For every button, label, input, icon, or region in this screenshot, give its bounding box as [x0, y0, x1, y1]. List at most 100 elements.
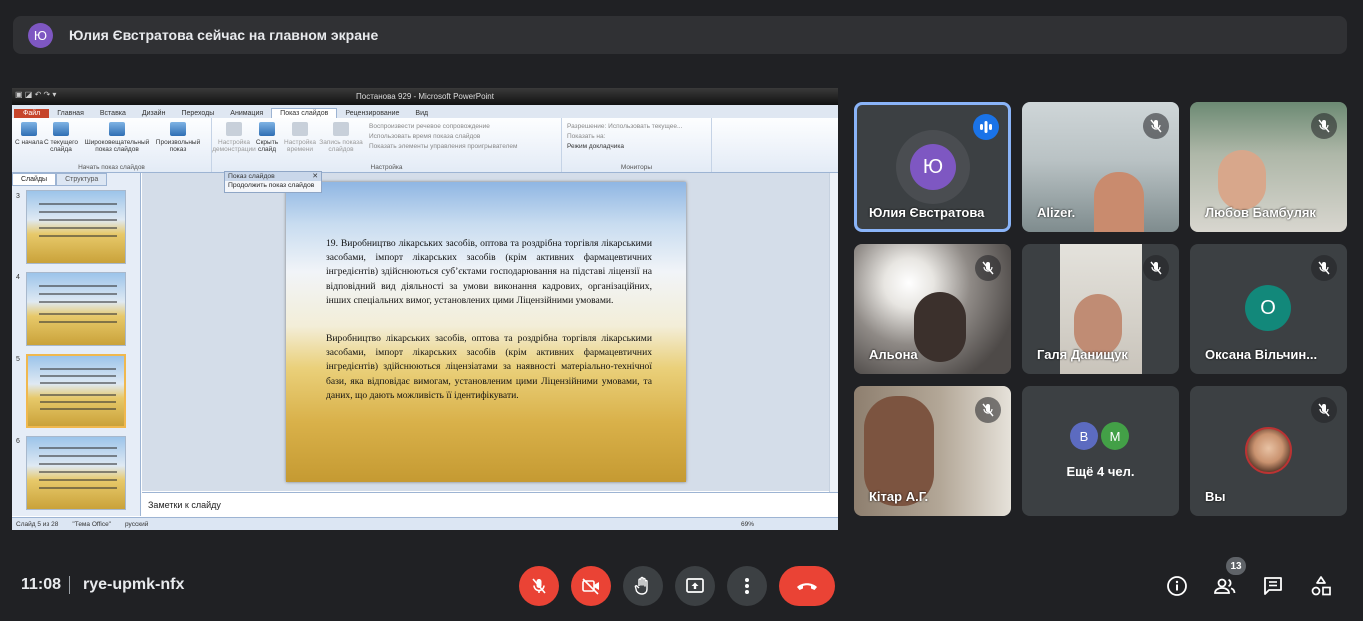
participant-name: Вы: [1205, 489, 1226, 504]
tab-transitions[interactable]: Переходы: [173, 109, 222, 118]
vertical-scrollbar[interactable]: [829, 173, 838, 493]
ribbon-group-setup: Настройка демонстрации Скрыть слайд Наст…: [212, 118, 562, 172]
tab-slides[interactable]: Слайды: [12, 173, 57, 186]
tab-outline[interactable]: Структура: [56, 173, 108, 186]
resolution-select[interactable]: Разрешение: Использовать текущее...: [565, 122, 682, 132]
participant-name: Alizer.: [1037, 205, 1076, 220]
tab-animation[interactable]: Анимация: [222, 109, 271, 118]
slides-pane: Слайды Структура 3 4 5 6: [12, 173, 141, 516]
narration-checkbox[interactable]: Воспроизвести речевое сопровождение: [367, 122, 517, 132]
setup-icon: [226, 122, 242, 136]
slide-thumbnail-3[interactable]: [26, 190, 126, 264]
mic-off-icon: [1143, 113, 1169, 139]
mic-off-icon: [1311, 113, 1337, 139]
participant-name: Галя Данищук: [1037, 347, 1128, 362]
mic-off-icon: [532, 578, 546, 594]
status-language: русский: [125, 520, 149, 528]
call-end-icon: [797, 583, 817, 590]
leave-call-button[interactable]: [779, 566, 835, 606]
slide-thumbnail-5[interactable]: [26, 354, 126, 428]
activities-button[interactable]: [1308, 573, 1334, 599]
tab-review[interactable]: Рецензирование: [337, 109, 407, 118]
self-tile[interactable]: Вы: [1190, 386, 1347, 516]
slideshow-floating-toolbar[interactable]: Показ слайдов ✕ Продолжить показ слайдов: [224, 171, 322, 193]
participant-tile-4[interactable]: Альона: [854, 244, 1011, 374]
chat-icon: [1264, 577, 1282, 595]
ribbon-tabs: Файл Главная Вставка Дизайн Переходы Ани…: [12, 105, 838, 118]
use-timings-checkbox[interactable]: Использовать время показа слайдов: [367, 132, 517, 142]
more-options-button[interactable]: [727, 566, 767, 606]
quick-access-icons: ▣ ◪ ↶ ↷ ▾: [15, 90, 57, 99]
tab-home[interactable]: Главная: [49, 109, 92, 118]
more-participants-tile[interactable]: В М Ещё 4 чел.: [1022, 386, 1179, 516]
slide-canvas: 19. Виробництво лікарських засобів, опто…: [142, 173, 830, 491]
more-vert-icon: [745, 578, 749, 594]
status-theme: "Тема Office": [72, 520, 111, 528]
thumb-number: 6: [16, 438, 20, 445]
participant-name: Кітар А.Г.: [869, 489, 929, 504]
self-avatar: [1245, 427, 1292, 474]
tab-insert[interactable]: Вставка: [92, 109, 134, 118]
media-controls-checkbox[interactable]: Показать элементы управления проигрывате…: [367, 142, 517, 152]
mic-off-icon: [1311, 397, 1337, 423]
ppt-window-title: Постанова 929 - Microsoft PowerPoint: [356, 92, 494, 101]
slideshow-icon: [21, 122, 37, 136]
ribbon-group-start: С начала С текущего слайда Широковещател…: [12, 118, 212, 172]
show-on-select[interactable]: Показать на:: [565, 132, 682, 142]
speaking-indicator-icon: [973, 114, 999, 140]
bottom-bar: 11:08 rye-upmk-nfx 13: [0, 551, 1363, 621]
people-icon: [1214, 578, 1236, 594]
slide-thumbnail-4[interactable]: [26, 272, 126, 346]
mic-off-icon: [975, 255, 1001, 281]
thumb-number: 3: [16, 193, 20, 200]
ribbon: С начала С текущего слайда Широковещател…: [12, 118, 838, 173]
slide-paragraph-2: Виробництво лікарських засобів, оптова т…: [326, 333, 652, 401]
resume-slideshow-item[interactable]: Продолжить показ слайдов: [225, 181, 321, 190]
slide-paragraph-1: 19. Виробництво лікарських засобів, опто…: [326, 238, 652, 306]
timer-icon: [292, 122, 308, 136]
mic-off-icon: [975, 397, 1001, 423]
camera-off-icon: [582, 578, 599, 595]
presenter-view-checkbox[interactable]: Режим докладчика: [565, 142, 682, 152]
presenting-text: Юлия Євстратова сейчас на главном экране: [69, 27, 379, 43]
close-icon[interactable]: ✕: [312, 172, 318, 181]
divider: [69, 576, 70, 594]
meeting-details-button[interactable]: [1164, 573, 1190, 599]
group-label-monitors: Мониторы: [620, 164, 653, 171]
raise-hand-button[interactable]: [623, 566, 663, 606]
tab-file[interactable]: Файл: [14, 109, 50, 118]
participant-name: Альона: [869, 347, 918, 362]
shared-screen: ▣ ◪ ↶ ↷ ▾ Постанова 929 - Microsoft Powe…: [12, 88, 838, 530]
tab-view[interactable]: Вид: [407, 109, 436, 118]
ppt-titlebar: ▣ ◪ ↶ ↷ ▾ Постанова 929 - Microsoft Powe…: [12, 88, 838, 105]
video-feed-person: [1218, 150, 1266, 210]
zoom-level[interactable]: 69%: [741, 521, 754, 528]
participant-tile-5[interactable]: Галя Данищук: [1022, 244, 1179, 374]
video-feed-person: [1094, 172, 1144, 232]
participant-avatar: Ю: [910, 144, 956, 190]
mic-toggle-button[interactable]: [519, 566, 559, 606]
chat-button[interactable]: [1260, 573, 1286, 599]
hand-icon: [634, 576, 648, 595]
participant-name: Любов Бамбуляк: [1205, 205, 1316, 220]
ribbon-group-monitors: Разрешение: Использовать текущее... Пока…: [562, 118, 712, 172]
mic-off-icon: [1311, 255, 1337, 281]
participant-tile-7[interactable]: Кітар А.Г.: [854, 386, 1011, 516]
camera-toggle-button[interactable]: [571, 566, 611, 606]
current-slide[interactable]: 19. Виробництво лікарських засобів, опто…: [286, 182, 686, 482]
participant-tile-6[interactable]: О Оксана Вільчин...: [1190, 244, 1347, 374]
notes-pane[interactable]: Заметки к слайду: [142, 492, 838, 516]
present-screen-button[interactable]: [675, 566, 715, 606]
participant-avatar: В: [1070, 422, 1098, 450]
participant-tile-3[interactable]: Любов Бамбуляк: [1190, 102, 1347, 232]
group-label-start: Начать показ слайдов: [78, 164, 145, 171]
participant-tile-2[interactable]: Alizer.: [1022, 102, 1179, 232]
tab-slideshow[interactable]: Показ слайдов: [271, 108, 338, 118]
participant-avatar: О: [1245, 285, 1291, 331]
people-button[interactable]: [1212, 573, 1238, 599]
tab-design[interactable]: Дизайн: [134, 109, 174, 118]
slide-thumbnail-6[interactable]: [26, 436, 126, 510]
participant-tile-1[interactable]: Ю Юлия Євстратова: [854, 102, 1011, 232]
clock: 11:08: [21, 576, 62, 593]
people-count-badge: 13: [1226, 557, 1246, 575]
